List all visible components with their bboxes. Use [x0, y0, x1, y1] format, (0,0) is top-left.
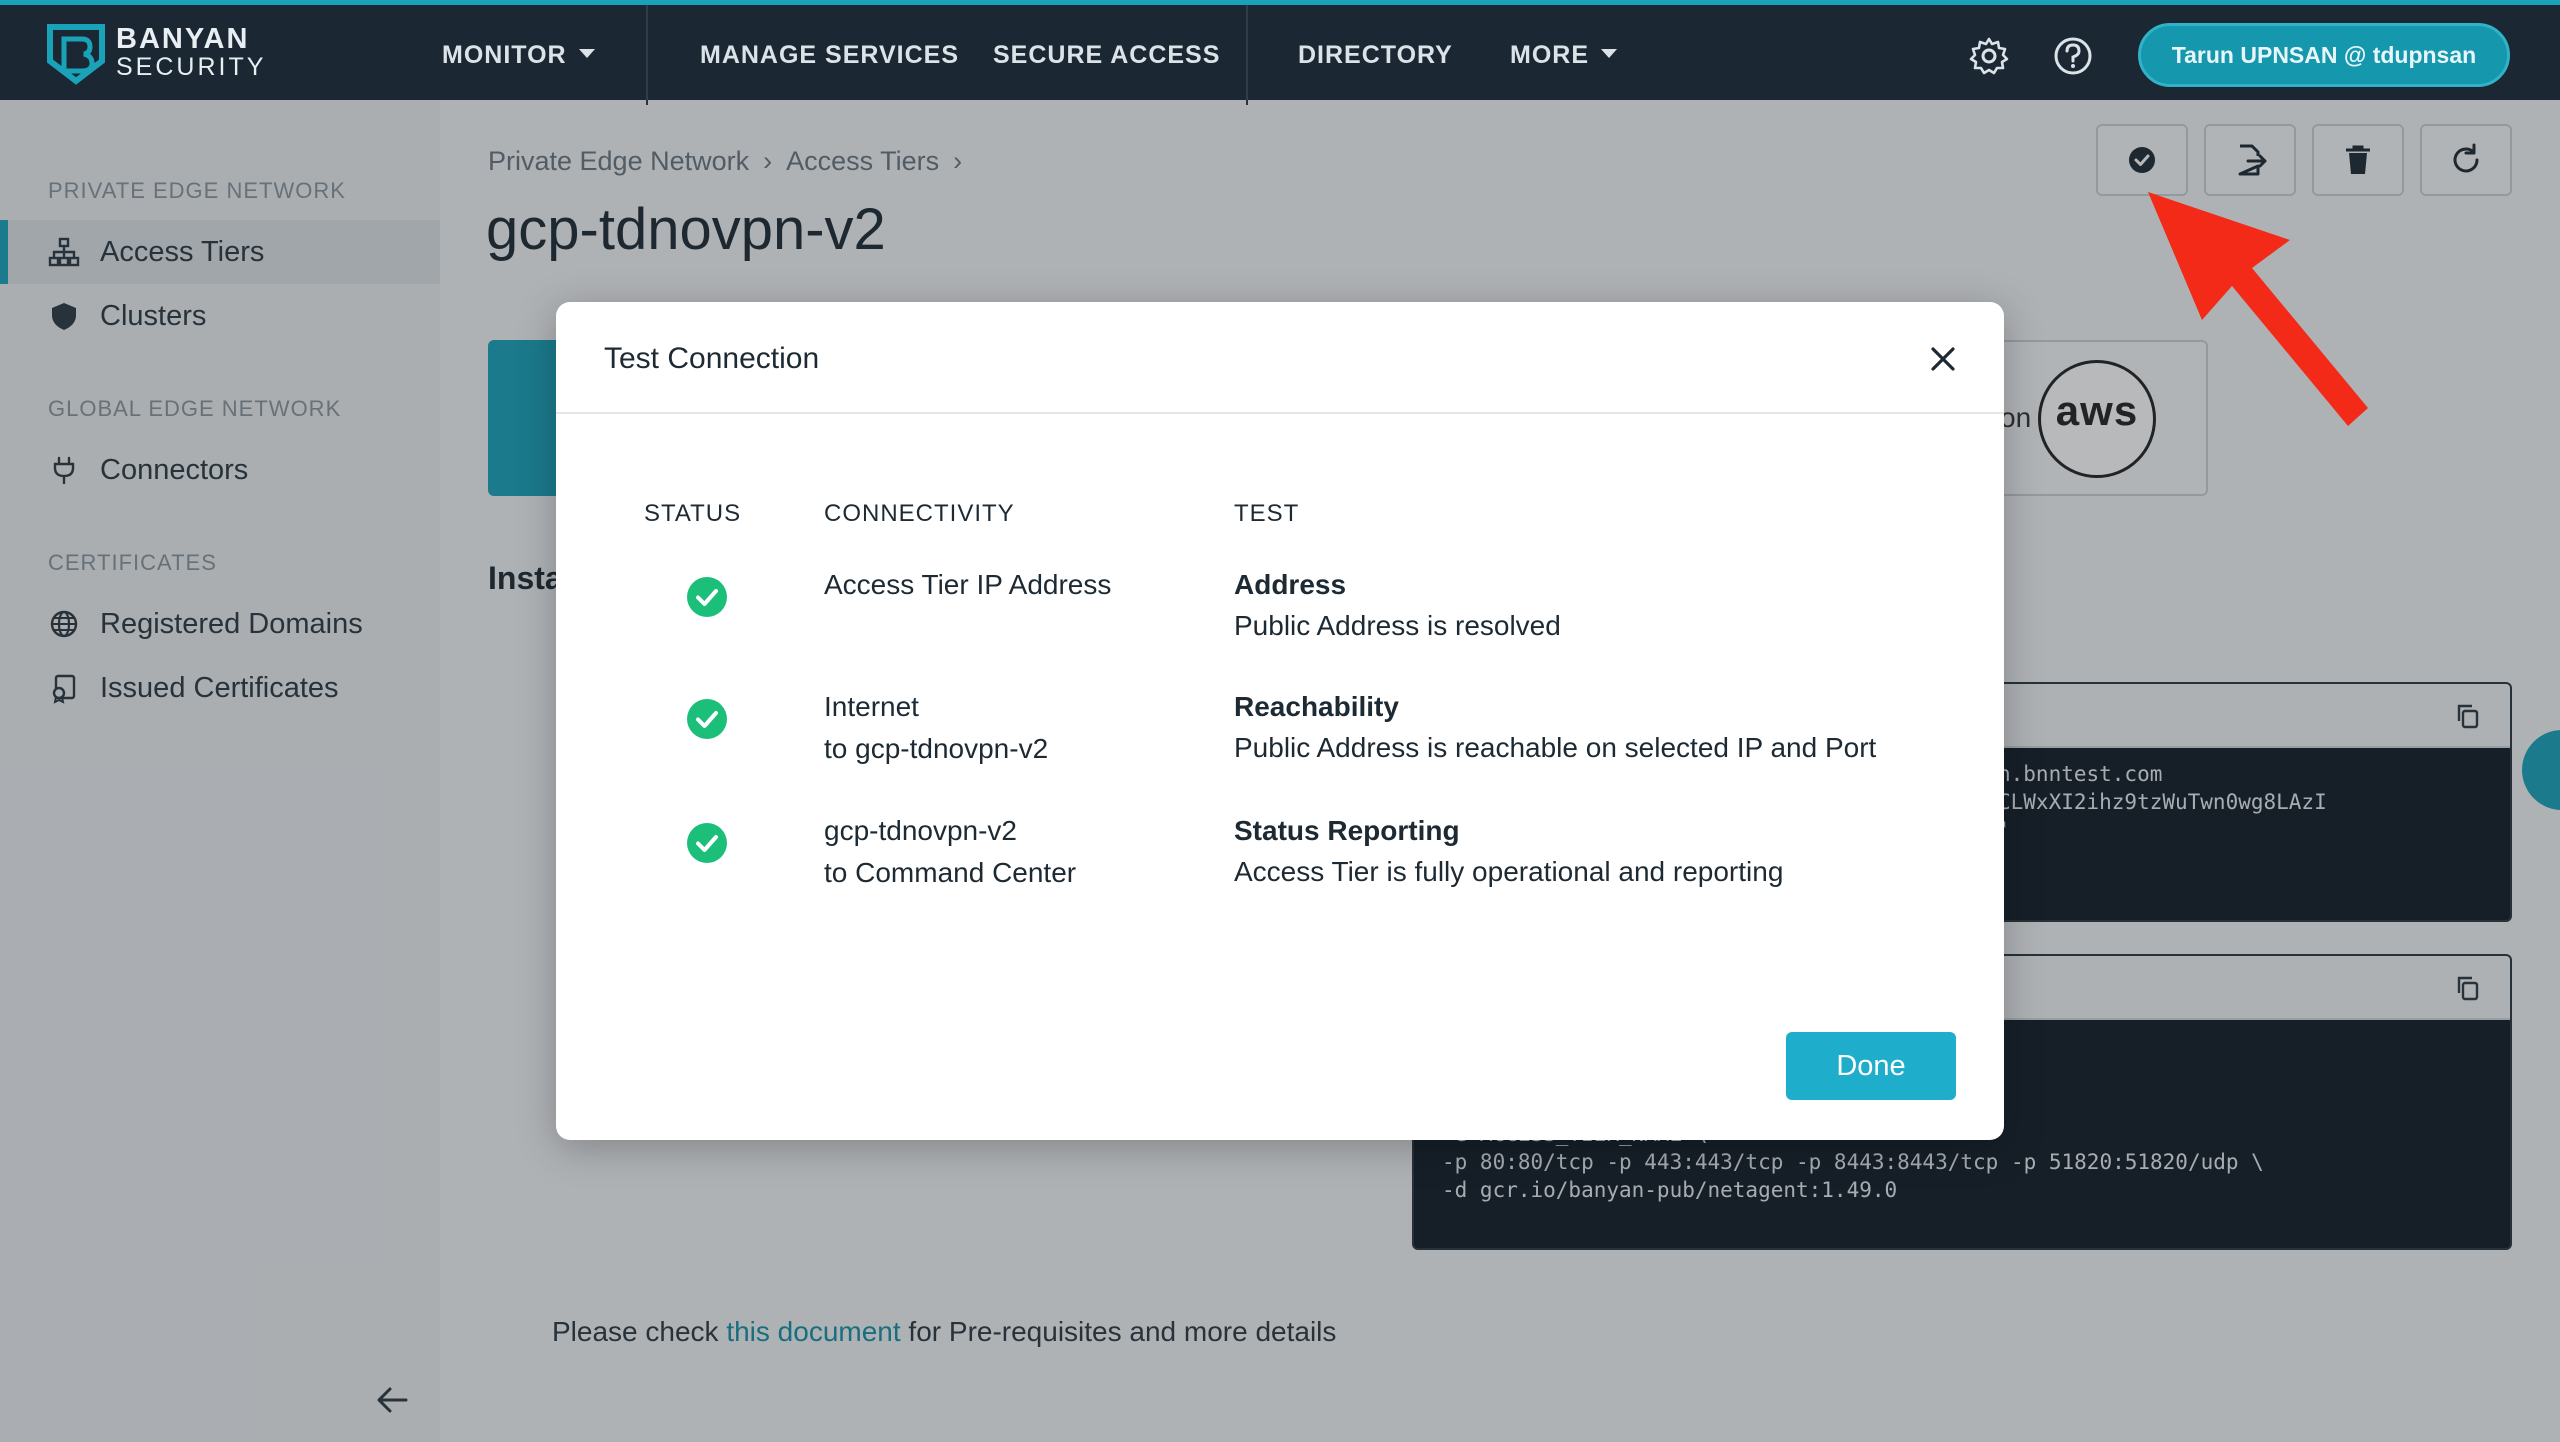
- user-menu-button[interactable]: Tarun UPNSAN @ tdupnsan: [2138, 23, 2510, 87]
- nav-manage-services-label: MANAGE SERVICES: [700, 41, 960, 69]
- brand-line2: SECURITY: [116, 53, 267, 81]
- nav-more[interactable]: MORE: [1510, 41, 1617, 70]
- connectivity-line: Access Tier IP Address: [824, 569, 1112, 600]
- banyan-logo-icon[interactable]: [44, 21, 108, 85]
- nav-divider: [646, 5, 648, 105]
- test-connection-modal: Test Connection STATUS CONNECTIVITY TEST…: [556, 302, 2004, 1140]
- brand-line1: BANYAN: [116, 23, 250, 55]
- modal-title: Test Connection: [604, 342, 820, 375]
- connectivity-cell: Internet to gcp-tdnovpn-v2: [824, 686, 1048, 770]
- nav-directory-label: DIRECTORY: [1298, 41, 1453, 69]
- done-button[interactable]: Done: [1786, 1032, 1956, 1100]
- nav-monitor-label: MONITOR: [442, 41, 567, 69]
- close-icon[interactable]: [1928, 344, 1958, 374]
- gear-icon[interactable]: [1968, 35, 2010, 77]
- nav-directory[interactable]: DIRECTORY: [1298, 41, 1453, 70]
- nav-divider: [1246, 5, 1248, 105]
- nav-monitor[interactable]: MONITOR: [442, 41, 595, 70]
- caret-down-icon: [1601, 48, 1617, 58]
- test-cell: Status Reporting Access Tier is fully op…: [1234, 810, 1783, 892]
- column-header-connectivity: CONNECTIVITY: [824, 500, 1015, 527]
- test-cell: Reachability Public Address is reachable…: [1234, 686, 1876, 768]
- modal-header: Test Connection: [556, 302, 2004, 414]
- test-description: Public Address is resolved: [1234, 610, 1561, 641]
- nav-secure-access-label: SECURE ACCESS: [993, 41, 1221, 69]
- column-header-test: TEST: [1234, 500, 1300, 527]
- connectivity-line: Internet: [824, 691, 919, 722]
- connectivity-line: to Command Center: [824, 857, 1077, 888]
- nav-manage-services[interactable]: MANAGE SERVICES: [700, 41, 959, 70]
- brand-name: BANYAN SECURITY: [116, 23, 267, 82]
- connectivity-cell: Access Tier IP Address: [824, 564, 1111, 606]
- connectivity-cell: gcp-tdnovpn-v2 to Command Center: [824, 810, 1076, 894]
- connectivity-line: to gcp-tdnovpn-v2: [824, 733, 1049, 764]
- success-check-icon: [687, 823, 727, 863]
- top-navbar: BANYAN SECURITY MONITOR MANAGE SERVICES …: [0, 0, 2560, 105]
- help-icon[interactable]: [2052, 35, 2094, 77]
- test-title: Address: [1234, 569, 1347, 600]
- caret-down-icon: [578, 48, 595, 58]
- nav-secure-access[interactable]: SECURE ACCESS: [993, 41, 1220, 70]
- test-title: Status Reporting: [1234, 815, 1460, 846]
- test-description: Access Tier is fully operational and rep…: [1234, 856, 1784, 887]
- column-header-status: STATUS: [644, 500, 742, 527]
- test-description: Public Address is reachable on selected …: [1234, 732, 1877, 763]
- success-check-icon: [687, 699, 727, 739]
- annotation-arrow-icon: [2148, 192, 2368, 426]
- connectivity-line: gcp-tdnovpn-v2: [824, 815, 1018, 846]
- test-title: Reachability: [1234, 691, 1399, 722]
- test-cell: Address Public Address is resolved: [1234, 564, 1561, 646]
- nav-more-label: MORE: [1510, 41, 1589, 69]
- success-check-icon: [687, 577, 727, 617]
